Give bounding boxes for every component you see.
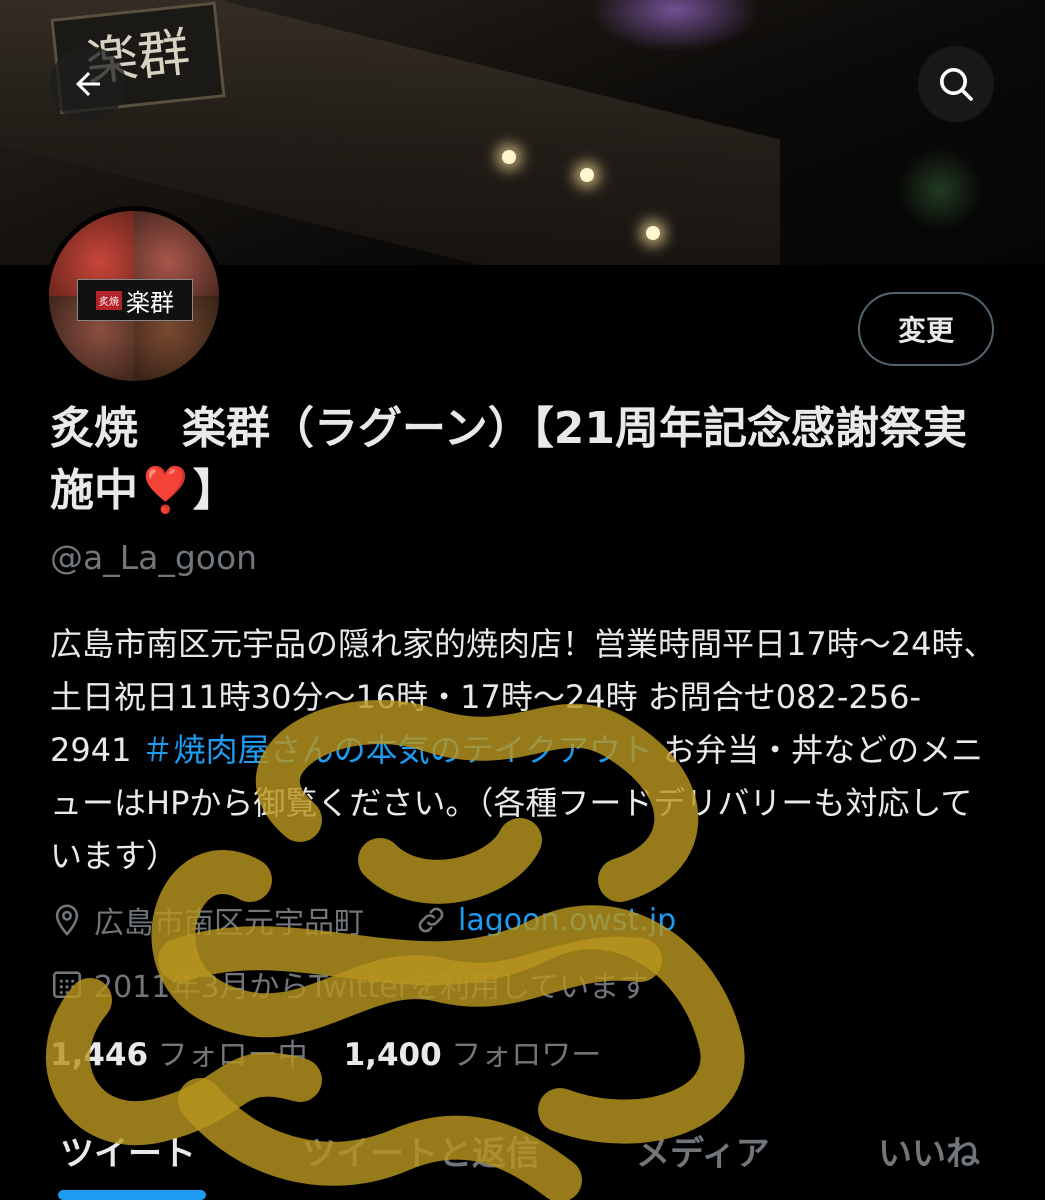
location-pin-icon [55,904,79,937]
profile-tabs: ツイート ツイートと返信 メディア いいね [0,1110,1045,1200]
calendar-icon [52,971,82,999]
profile-handle: @a_La_goon [50,538,258,577]
followers-count: 1,400 [343,1037,442,1073]
profile-joined-date: 2011年3月からTwitterを利用しています [94,970,650,1005]
banner-lamp [580,168,594,182]
avatar-logo-text: 楽群 [126,288,174,317]
search-button[interactable] [918,46,994,122]
tab-tweets-and-replies[interactable]: ツイートと返信 [302,1126,540,1175]
following-stat[interactable]: 1,446 フォロー中 [50,1030,308,1074]
tab-likes[interactable]: いいね [878,1126,980,1175]
following-count: 1,446 [50,1037,149,1073]
profile-bio: 広島市南区元宇品の隠れ家的焼肉店！営業時間平日17時〜24時、土日祝日11時30… [50,618,1000,883]
arrow-left-icon [76,72,100,96]
edit-profile-button[interactable]: 変更 [858,292,994,366]
followers-stat[interactable]: 1,400 フォロワー [344,1030,602,1074]
banner-lamp [502,150,516,164]
avatar-logo: 炙焼 楽群 [77,279,193,321]
following-label: フォロー中 [157,1038,308,1073]
link-icon [418,907,444,933]
bio-hashtag-link[interactable]: ＃焼肉屋さんの本気のテイクアウト [142,731,653,769]
back-button[interactable] [50,46,126,122]
profile-location: 広島市南区元宇品町 [94,906,364,941]
followers-label: フォロワー [451,1038,602,1073]
profile-meta-location-row: 広島市南区元宇品町 lagoon.owst.jp [50,898,676,942]
tab-tweets[interactable]: ツイート [60,1126,196,1175]
follow-stats: 1,446 フォロー中 1,400 フォロワー [50,1030,601,1074]
avatar[interactable]: 炙焼 楽群 [44,206,224,386]
profile-website-link[interactable]: lagoon.owst.jp [458,903,676,938]
avatar-logo-mark: 炙焼 [96,290,122,310]
banner-lamp [646,226,660,240]
profile-meta-joined-row: 2011年3月からTwitterを利用しています [50,962,649,1006]
profile-name: 炙焼 楽群（ラグーン）【21周年記念感謝祭実施中❣️】 [50,403,968,516]
search-icon [940,68,973,101]
tab-media[interactable]: メディア [636,1126,770,1175]
active-tab-indicator [58,1190,206,1200]
